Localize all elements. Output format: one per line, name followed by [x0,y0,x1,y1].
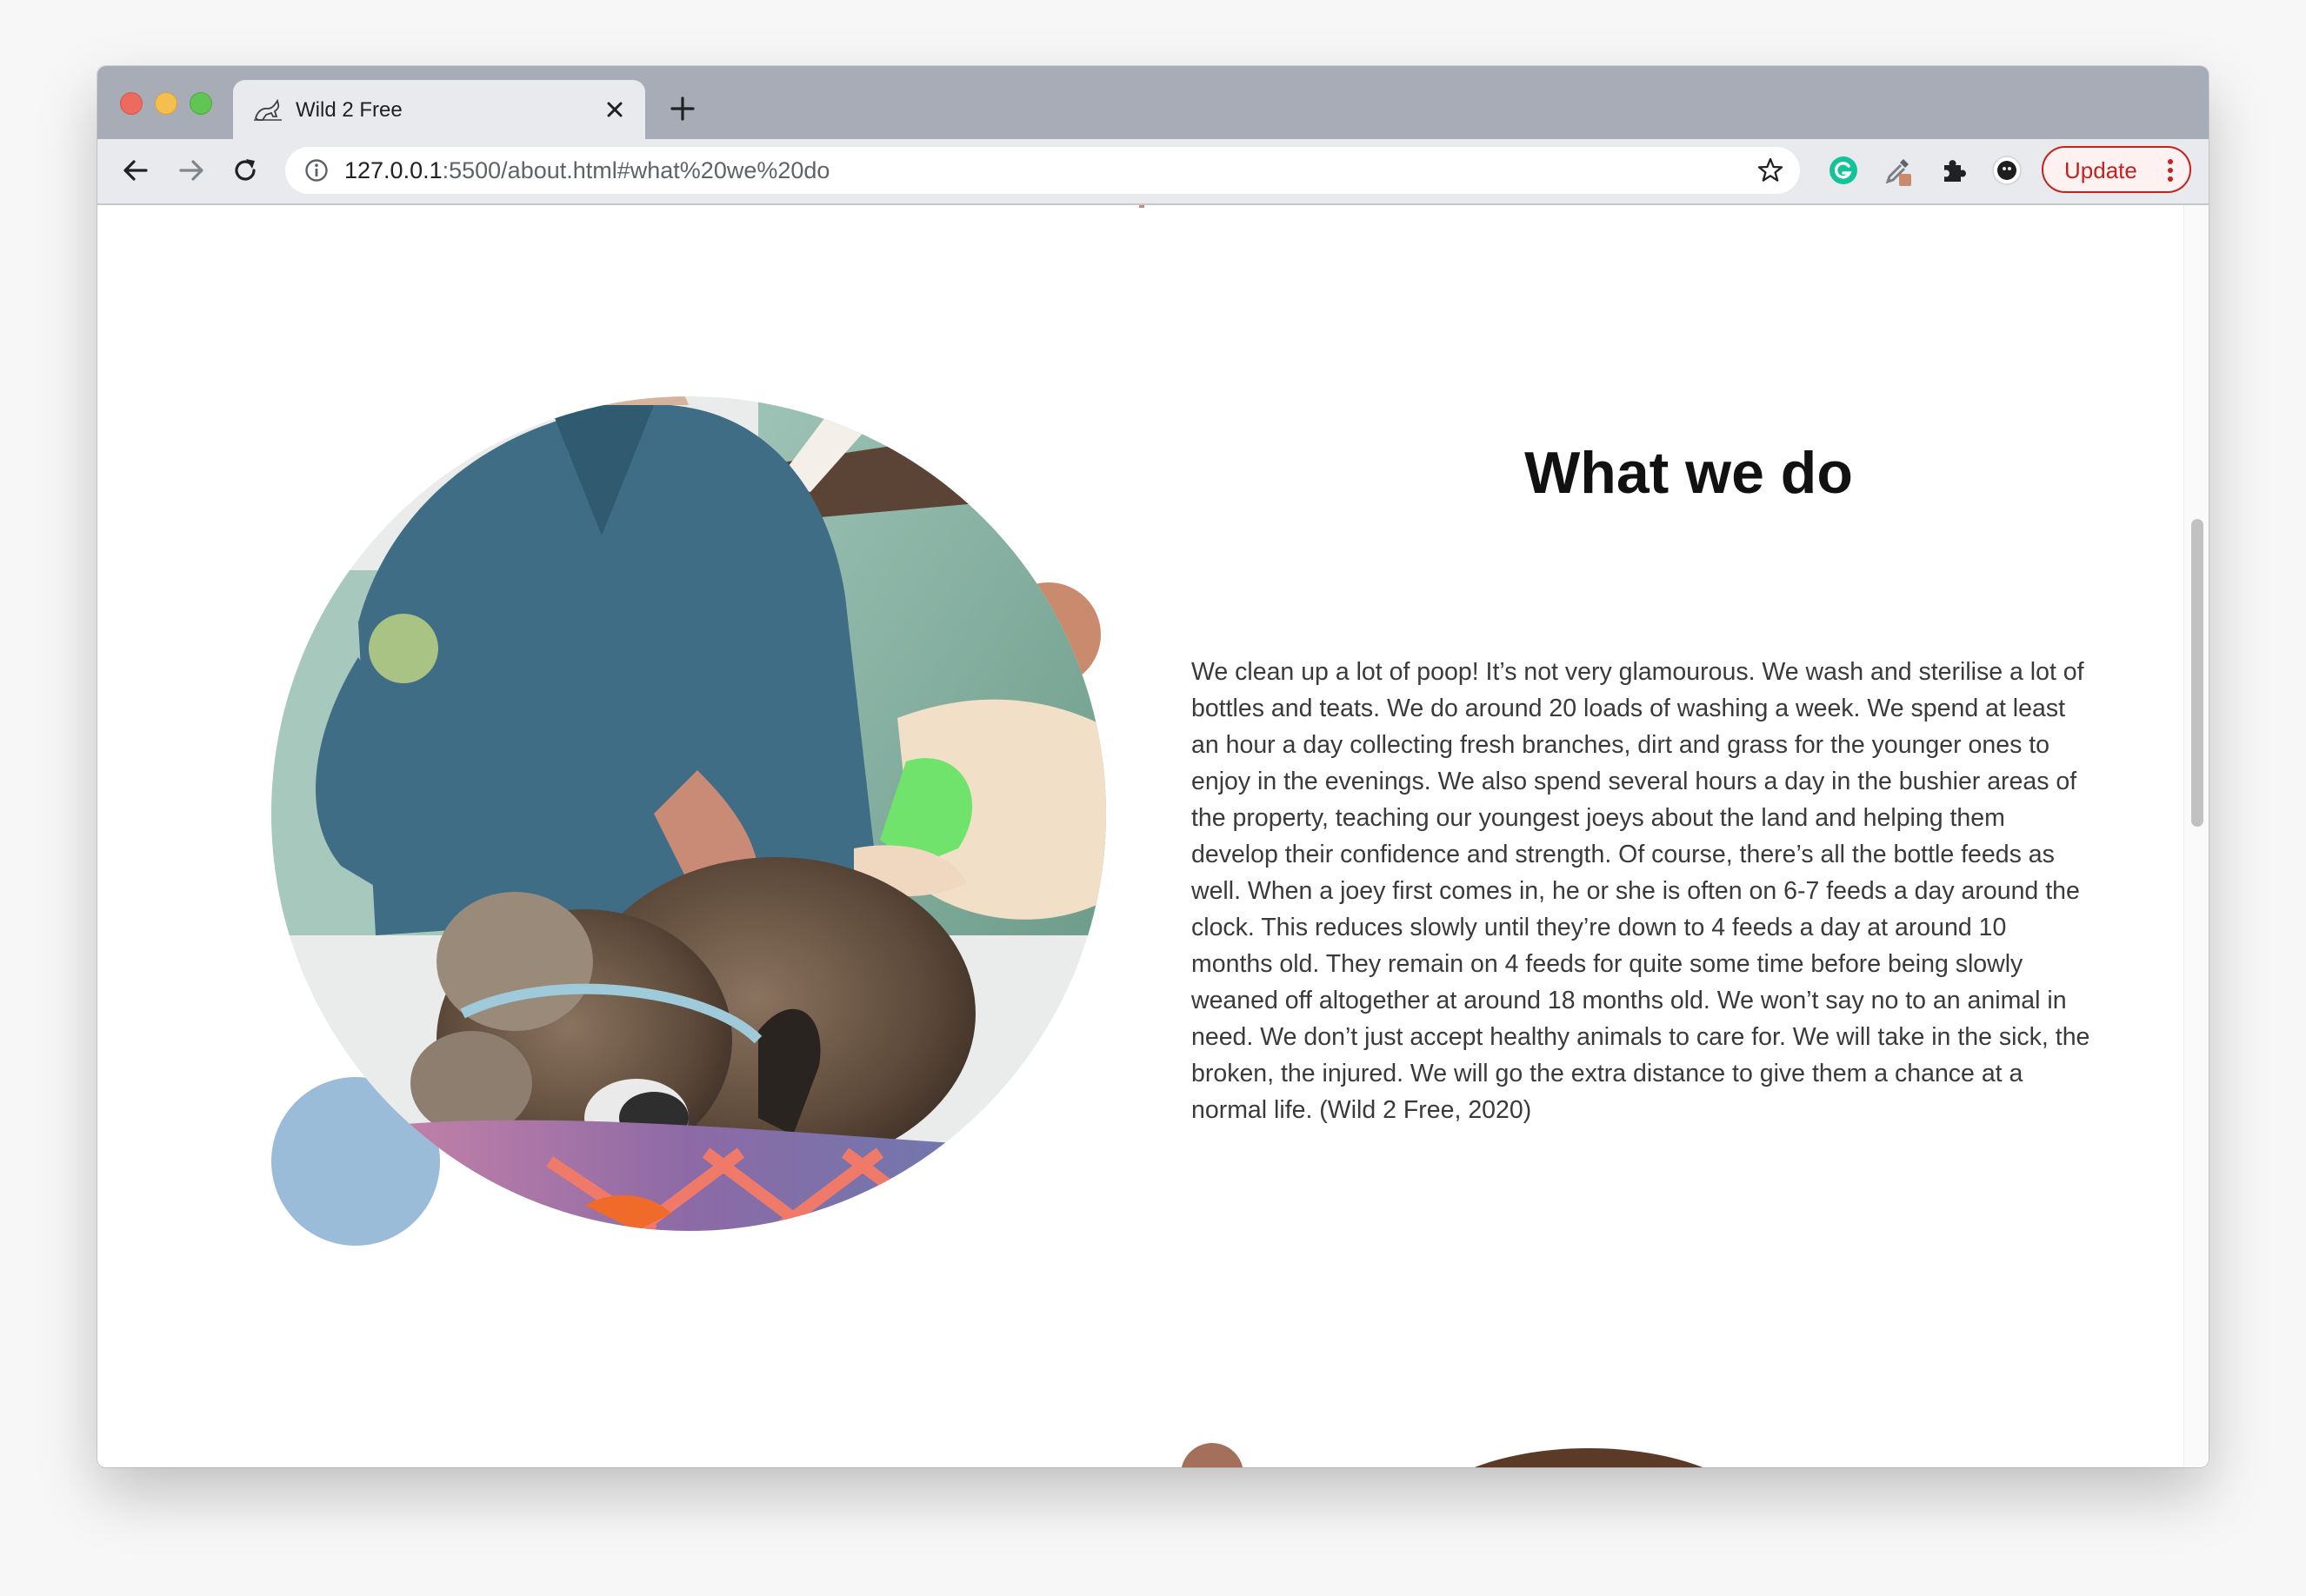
section-heading: What we do [1524,440,1853,506]
tab-title: Wild 2 Free [296,98,403,122]
tab-wild-2-free[interactable]: Wild 2 Free [233,80,645,139]
url-path: :5500/about.html#what%20we%20do [442,157,830,183]
close-tab-icon[interactable] [600,95,630,124]
profile-avatar-icon[interactable] [1991,155,2023,186]
grammarly-icon[interactable] [1828,155,1859,186]
browser-toolbar: 127.0.0.1:5500/about.html#what%20we%20do… [97,139,2209,205]
eyedropper-extension-icon[interactable] [1882,155,1913,186]
koala-care-photo [271,396,1106,1231]
vertical-scrollbar[interactable] [2183,205,2209,1467]
forward-arrow-icon[interactable] [176,155,207,186]
minimize-window-button[interactable] [155,92,177,115]
green-circle [369,614,438,683]
url-host: 127.0.0.1 [344,157,443,183]
extensions-puzzle-icon[interactable] [1937,155,1969,186]
new-tab-icon[interactable] [668,94,697,123]
scrollbar-thumb[interactable] [2191,519,2203,827]
top-edge-mark [1139,205,1144,208]
address-bar[interactable]: 127.0.0.1:5500/about.html#what%20we%20do [285,147,1800,194]
reload-icon[interactable] [230,155,261,186]
star-icon[interactable] [1756,156,1784,184]
site-info-icon[interactable] [304,158,329,183]
close-window-button[interactable] [120,92,143,115]
next-section-dot [1181,1443,1243,1467]
maximize-window-button[interactable] [190,92,212,115]
kangaroo-favicon-icon [254,98,282,121]
next-section-photo-edge [1475,1448,1703,1467]
back-arrow-icon[interactable] [120,155,151,186]
page-content: What we do We clean up a lot of poop! It… [97,205,2184,1467]
tab-strip: Wild 2 Free [97,66,2209,139]
section-paragraph: We clean up a lot of poop! It’s not very… [1191,658,2090,1124]
menu-dots-icon[interactable] [2167,158,2174,183]
update-button[interactable]: Update [2042,146,2191,193]
browser-window: Wild 2 Free 127.0.0.1:5500/about.html#wh… [97,66,2209,1467]
url-text: 127.0.0.1:5500/about.html#what%20we%20do [344,157,830,183]
update-button-label: Update [2064,157,2137,183]
